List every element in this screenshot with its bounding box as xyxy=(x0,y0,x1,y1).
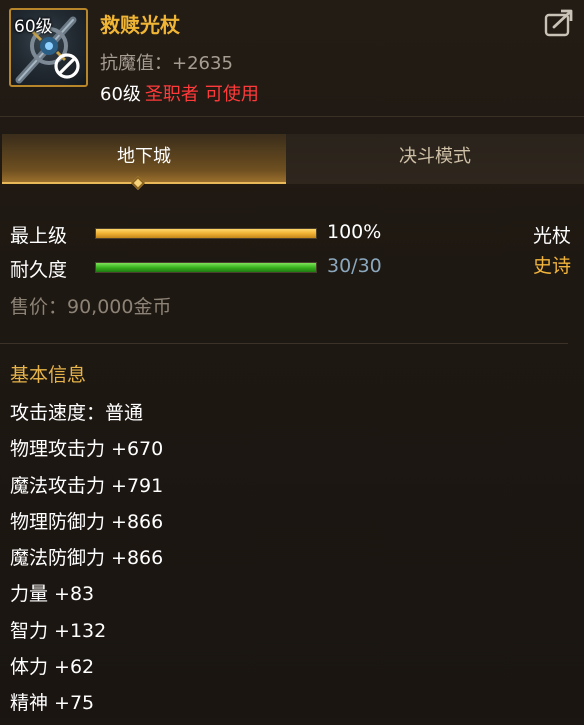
basic-info-title: 基本信息 xyxy=(10,364,87,386)
mode-tabs: 地下城 决斗模式 xyxy=(0,134,584,184)
item-name: 救赎光杖 xyxy=(100,13,180,37)
item-rarity: 史诗 xyxy=(532,255,571,277)
durability-bar-fill xyxy=(96,263,316,272)
durability-label: 耐久度 xyxy=(10,259,68,281)
item-type: 光杖 xyxy=(532,225,571,247)
no-entry-icon xyxy=(54,53,80,79)
durability-value: 30/30 xyxy=(327,255,382,277)
usable-status: 可使用 xyxy=(204,84,259,105)
basic-stats-list: 攻击速度：普通 物理攻击力 +670 魔法攻击力 +791 物理防御力 +866 魔法防… xyxy=(10,398,163,725)
stat-line: 体力 +62 xyxy=(10,656,95,679)
durability-bar xyxy=(95,262,317,273)
sell-price: 售价：90,000金币 xyxy=(10,296,172,318)
item-magic-resist: 抗魔值：+2635 xyxy=(100,53,233,74)
required-class: 圣职者 xyxy=(144,84,199,105)
stat-line: 精神 +75 xyxy=(10,692,95,715)
item-requirement: 60级 圣职者 可使用 xyxy=(100,80,259,106)
item-tooltip-panel: 60级 救赎光杖 抗魔值：+2635 60级 圣职者 可使用 地下城 决斗模式 最上… xyxy=(0,0,584,718)
required-level: 60级 xyxy=(100,84,141,105)
stat-line: 力量 +83 xyxy=(10,583,95,606)
stat-line: 物理防御力 +866 xyxy=(10,510,164,533)
stat-line: 物理攻击力 +670 xyxy=(10,438,164,461)
stat-line: 魔法攻击力 +791 xyxy=(10,474,164,497)
level-bar-fill xyxy=(96,229,316,238)
header-divider xyxy=(0,116,584,117)
tab-duel-mode[interactable]: 决斗模式 xyxy=(286,134,584,184)
stat-line: 智力 +132 xyxy=(10,619,107,642)
level-bar xyxy=(95,228,317,239)
level-bar-label: 最上级 xyxy=(10,225,68,247)
stat-line: 魔法防御力 +866 xyxy=(10,547,164,570)
tab-dungeon[interactable]: 地下城 xyxy=(2,134,286,184)
section-divider xyxy=(0,343,568,344)
level-bar-value: 100% xyxy=(327,221,382,243)
share-icon[interactable] xyxy=(543,8,575,38)
stat-line: 攻击速度：普通 xyxy=(10,402,144,424)
item-level-badge: 60级 xyxy=(14,17,53,37)
item-icon-frame[interactable]: 60级 xyxy=(9,8,88,87)
